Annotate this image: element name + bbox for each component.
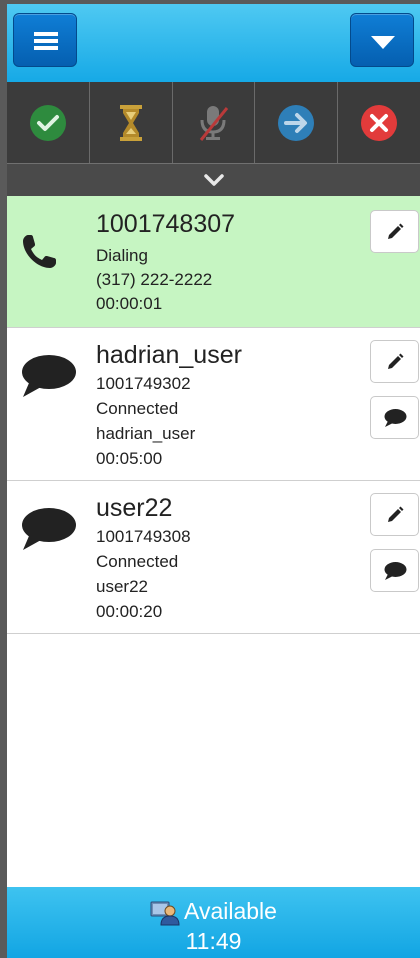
menu-button[interactable] — [13, 13, 77, 67]
edit-button[interactable] — [370, 210, 419, 253]
list-item[interactable]: user22 1001749308 Connected user22 00:00… — [7, 481, 420, 634]
phone-icon — [23, 235, 56, 268]
agent-panel: 1001748307 Dialing (317) 222-2222 00:00:… — [7, 4, 420, 958]
chat-button[interactable] — [370, 396, 419, 439]
chat-bubble-icon — [22, 355, 76, 397]
item-user: hadrian_user — [96, 424, 196, 443]
pencil-icon — [387, 223, 403, 239]
item-status: Dialing — [96, 246, 148, 265]
item-status: Connected — [96, 552, 179, 571]
check-circle-icon — [29, 104, 66, 141]
ready-button[interactable] — [7, 82, 90, 163]
chat-button[interactable] — [370, 549, 419, 592]
dropdown-button[interactable] — [350, 13, 414, 67]
status-text: Available — [184, 898, 277, 924]
status-row: Available — [7, 897, 420, 926]
hangup-button[interactable] — [338, 82, 420, 163]
microphone-muted-icon — [200, 105, 229, 141]
item-phone-number: (317) 222-2222 — [96, 270, 213, 289]
item-id: 1001749302 — [96, 374, 191, 393]
edit-button[interactable] — [370, 493, 419, 536]
call-action-toolbar — [7, 82, 420, 163]
item-id: 1001749308 — [96, 527, 191, 546]
chevron-down-icon — [203, 174, 224, 186]
wrap-up-button[interactable] — [90, 82, 173, 163]
item-timer: 00:05:00 — [96, 449, 163, 468]
status-timer: 11:49 — [185, 928, 242, 954]
item-title: 1001748307 — [96, 210, 236, 238]
item-status: Connected — [96, 399, 179, 418]
arrow-right-circle-icon — [278, 104, 315, 141]
item-timer: 00:00:01 — [96, 294, 163, 313]
top-header — [7, 4, 420, 82]
item-title: user22 — [96, 494, 173, 522]
close-circle-icon — [361, 104, 398, 141]
item-title: hadrian_user — [96, 341, 242, 369]
chat-bubble-icon — [384, 408, 406, 427]
list-item[interactable]: hadrian_user 1001749302 Connected hadria… — [7, 328, 420, 481]
pencil-icon — [387, 506, 403, 522]
expand-toolbar-toggle[interactable] — [7, 163, 420, 196]
transfer-button[interactable] — [255, 82, 339, 163]
hourglass-icon — [119, 104, 142, 141]
agent-status-bar[interactable]: Available 11:49 — [7, 887, 420, 958]
hamburger-icon — [34, 32, 58, 50]
list-item[interactable]: 1001748307 Dialing (317) 222-2222 00:00:… — [7, 196, 420, 328]
item-timer: 00:00:20 — [96, 602, 163, 621]
chat-bubble-icon — [384, 561, 406, 580]
caret-down-icon — [371, 36, 395, 49]
agent-status-icon — [150, 901, 180, 926]
edit-button[interactable] — [370, 340, 419, 383]
chat-bubble-icon — [22, 508, 76, 550]
pencil-icon — [387, 353, 403, 369]
mute-button[interactable] — [173, 82, 256, 163]
item-user: user22 — [96, 577, 148, 596]
